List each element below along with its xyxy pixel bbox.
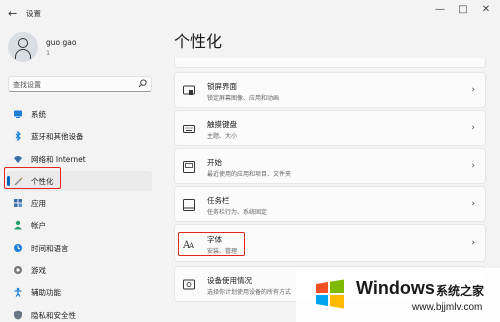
watermark-cn: 系统之家: [436, 284, 485, 298]
page-title: 个性化: [174, 32, 223, 51]
device-usage-icon: [183, 279, 195, 290]
monitor-icon: [14, 110, 22, 118]
card-title: 任务栏: [207, 196, 230, 205]
watermark: Windows 系统之家 www.bjjmlv.com: [296, 268, 500, 322]
card-desc: 选择你计划使用设备的所有方式: [207, 289, 292, 296]
sidebar-item-privacy[interactable]: 隐私和安全性: [6, 305, 152, 322]
card-title: 开始: [207, 158, 222, 167]
shield-icon: [14, 310, 22, 320]
sidebar-item-bluetooth[interactable]: 蓝牙和其他设备: [6, 126, 152, 146]
lock-screen-icon: [183, 85, 195, 95]
card-title: 触摸键盘: [207, 120, 237, 129]
card-desc: 任务栏行为、系统固定: [207, 209, 268, 216]
user-subtitle: 1: [46, 49, 51, 57]
minimize-button[interactable]: —: [430, 4, 450, 15]
card-desc: 主题、大小: [207, 133, 238, 140]
card-desc: 锁定屏幕图像、应用和动画: [207, 95, 280, 102]
sidebar-item-label: 隐私和安全性: [31, 310, 76, 320]
search-icon: [138, 79, 147, 88]
keyboard-icon: [183, 125, 195, 133]
user-name: guo gao: [46, 38, 77, 47]
highlight-box-fonts: [178, 232, 245, 256]
person-icon: [14, 221, 22, 230]
chevron-right-icon: ›: [471, 199, 475, 209]
back-arrow-icon[interactable]: ←: [8, 7, 17, 20]
maximize-button[interactable]: □: [453, 4, 473, 15]
taskbar-icon: [183, 199, 195, 211]
card-title: 设备使用情况: [207, 276, 252, 285]
sidebar-item-label: 时间和语言: [31, 243, 69, 253]
sidebar-item-label: 网络和 Internet: [31, 154, 86, 164]
avatar[interactable]: [8, 32, 38, 62]
sidebar-item-label: 游戏: [31, 266, 46, 276]
start-icon: [183, 161, 195, 173]
app-title: 设置: [26, 9, 41, 18]
sidebar-nav: 系统 蓝牙和其他设备 网络和 Internet 个性化 应用 帐户 时间和语言 …: [6, 104, 152, 322]
avatar-head: [18, 38, 28, 48]
watermark-url: www.bjjmlv.com: [412, 302, 483, 313]
bluetooth-icon: [15, 131, 21, 142]
search-input[interactable]: 查找设置: [8, 76, 152, 92]
sidebar-item-apps[interactable]: 应用: [6, 193, 152, 213]
accessibility-icon: [14, 288, 22, 298]
watermark-brand: Windows: [356, 278, 435, 298]
sidebar-item-label: 应用: [31, 199, 46, 209]
card-partial-top: [174, 58, 486, 68]
gamepad-icon: [14, 266, 22, 275]
sidebar-item-system[interactable]: 系统: [6, 104, 152, 124]
chevron-right-icon: ›: [471, 85, 475, 95]
wifi-icon: [14, 155, 22, 163]
card-title: 锁屏界面: [207, 82, 237, 91]
sidebar-item-network[interactable]: 网络和 Internet: [6, 149, 152, 169]
sidebar-item-label: 蓝牙和其他设备: [31, 132, 84, 142]
card-lock-screen[interactable]: 锁屏界面 锁定屏幕图像、应用和动画 ›: [174, 72, 486, 108]
chevron-right-icon: ›: [471, 238, 475, 248]
card-start[interactable]: 开始 最近使用的应用和项目、文件夹 ›: [174, 148, 486, 184]
windows-logo-icon: [316, 279, 344, 309]
close-button[interactable]: ✕: [476, 4, 496, 15]
sidebar-item-accounts[interactable]: 帐户: [6, 215, 152, 235]
sidebar-item-label: 系统: [31, 110, 46, 119]
apps-icon: [14, 199, 22, 208]
card-desc: 最近使用的应用和项目、文件夹: [207, 171, 292, 178]
title-bar: ← 设置 — □ ✕: [0, 0, 500, 28]
sidebar-item-label: 帐户: [31, 221, 46, 231]
sidebar-item-gaming[interactable]: 游戏: [6, 260, 152, 280]
chevron-right-icon: ›: [471, 161, 475, 171]
globe-clock-icon: [14, 243, 22, 252]
highlight-box-personalization: [4, 167, 61, 189]
chevron-right-icon: ›: [471, 123, 475, 133]
sidebar-item-accessibility[interactable]: 辅助功能: [6, 282, 152, 302]
card-taskbar[interactable]: 任务栏 任务栏行为、系统固定 ›: [174, 186, 486, 222]
sidebar-item-label: 辅助功能: [31, 288, 61, 298]
sidebar-item-time-language[interactable]: 时间和语言: [6, 238, 152, 258]
search-placeholder: 查找设置: [13, 81, 41, 89]
card-touch-keyboard[interactable]: 触摸键盘 主题、大小 ›: [174, 110, 486, 146]
avatar-body: [15, 49, 31, 59]
